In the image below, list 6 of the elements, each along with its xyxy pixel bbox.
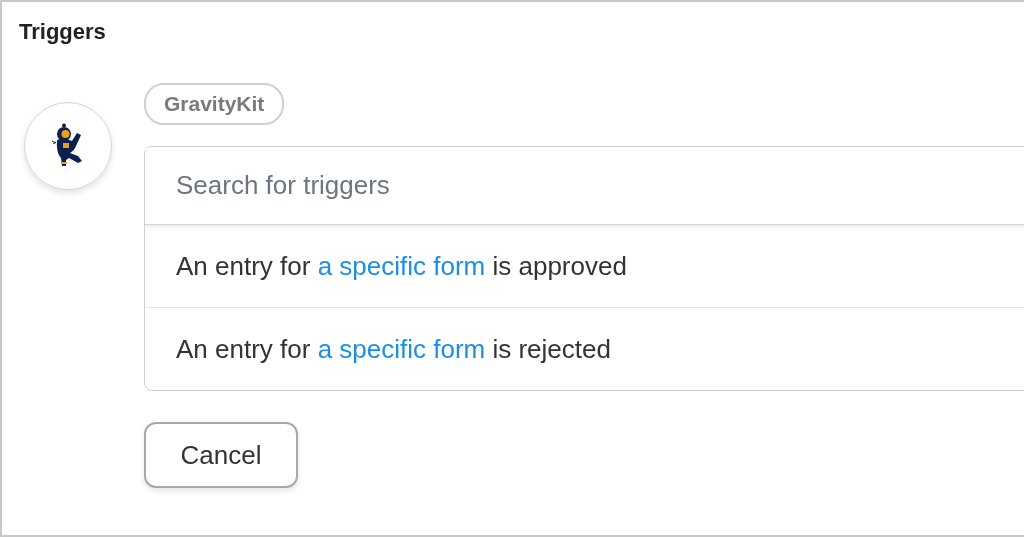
trigger-option[interactable]: An entry for a specific form is approved [145,225,1024,307]
cancel-button[interactable]: Cancel [144,422,298,488]
section-title: Triggers [19,19,106,45]
integration-tag: GravityKit [144,83,285,125]
search-field[interactable]: Search for triggers [145,147,1024,225]
trigger-option[interactable]: An entry for a specific form is rejected [145,307,1024,390]
